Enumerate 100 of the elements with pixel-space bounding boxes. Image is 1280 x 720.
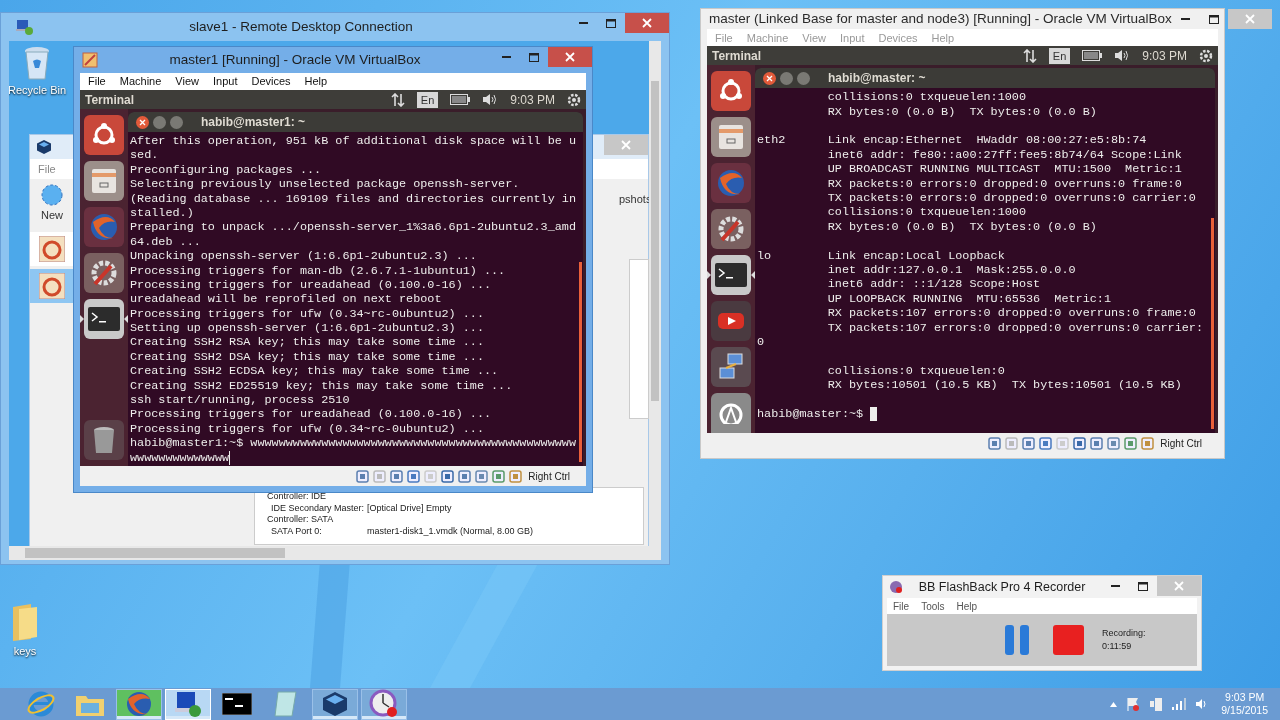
detail-label: IDE Secondary Master:	[270, 502, 366, 514]
device-icon[interactable]	[458, 469, 472, 483]
vm-list-item[interactable]	[30, 268, 74, 303]
terminal-line: Preparing to unpack .../openssh-server_1%3a6.6p1-2ubuntu2.3_amd	[130, 220, 576, 235]
menu-item[interactable]: File	[893, 598, 910, 614]
pause-button[interactable]	[1005, 625, 1029, 655]
device-icon[interactable]	[1090, 436, 1104, 450]
terminal-icon[interactable]	[84, 299, 124, 339]
horizontal-scrollbar[interactable]	[9, 546, 661, 560]
ubuntu-vm-icon	[39, 272, 65, 299]
taskbar-app-button[interactable]	[312, 688, 358, 720]
signal-icon[interactable]	[1172, 698, 1187, 710]
terminal-maximize-button[interactable]	[797, 71, 810, 85]
close-button[interactable]	[625, 13, 669, 33]
panel-clock[interactable]: 9:03 PM	[1142, 46, 1187, 65]
globe-icon[interactable]	[84, 207, 124, 247]
software-center-icon[interactable]	[711, 393, 751, 434]
settings-icon[interactable]	[567, 92, 581, 107]
window-title: slave1 - Remote Desktop Connection	[188, 17, 414, 36]
menu-item[interactable]: File	[38, 160, 56, 178]
vertical-scrollbar[interactable]	[649, 41, 661, 546]
network-arrows-icon[interactable]	[390, 92, 405, 107]
terminal-line: RX bytes:0 (0.0 B) TX bytes:0 (0.0 B)	[826, 104, 1097, 120]
globe-icon[interactable]	[711, 163, 751, 204]
device-icon[interactable]	[1141, 436, 1155, 450]
device-icon[interactable]	[509, 469, 523, 483]
device-icon[interactable]	[1039, 436, 1053, 450]
device-icon[interactable]	[1124, 436, 1138, 450]
recycle-bin-icon[interactable]	[23, 46, 51, 80]
settings-icon[interactable]	[1199, 48, 1213, 63]
menu-item[interactable]: File	[88, 73, 106, 90]
terminal-line: TX packets:107 errors:0 dropped:0 overruns:0 carrier:	[826, 320, 1203, 335]
device-icon[interactable]	[1073, 436, 1087, 450]
battery-icon[interactable]	[450, 94, 471, 105]
terminal-line: collisions:0 txqueuelen:0	[826, 363, 1005, 379]
close-icon	[1174, 581, 1184, 591]
close-icon	[766, 74, 773, 82]
terminal-icon[interactable]	[711, 255, 751, 296]
vm-list-item[interactable]	[30, 231, 74, 266]
terminal-line: Selecting previously unselected package openssh-server.	[130, 177, 520, 192]
trash-icon[interactable]	[84, 420, 124, 460]
terminal-line: RX bytes:0 (0.0 B) TX bytes:0 (0.0 B)	[826, 219, 1097, 235]
terminal-line: sed.	[130, 148, 159, 163]
terminal-line: Creating SSH2 DSA key; this may take some time ...	[130, 349, 484, 365]
menu-item[interactable]: Machine	[119, 73, 162, 90]
gear-wrench-icon[interactable]	[84, 253, 124, 293]
terminal-line: After this operation, 951 kB of additional disk space will be u	[130, 134, 576, 149]
device-icon[interactable]	[356, 469, 370, 483]
cube-icon	[321, 690, 349, 718]
scrollbar[interactable]	[579, 262, 582, 462]
device-icon[interactable]	[475, 469, 489, 483]
terminal-line: RX packets:0 errors:0 dropped:0 overruns:0 frame:0	[826, 176, 1182, 191]
remote-desktop-app-icon	[15, 19, 33, 35]
terminal-maximize-button[interactable]	[170, 115, 183, 129]
close-button[interactable]	[548, 47, 592, 67]
show-hidden-icons-icon[interactable]	[1110, 701, 1118, 707]
globe-icon	[125, 690, 153, 718]
terminal-close-button[interactable]	[763, 71, 776, 85]
detail-label: SATA Port 0:	[270, 525, 323, 537]
menu-item[interactable]: Help	[956, 598, 978, 614]
minimize-icon	[1110, 585, 1120, 587]
terminal-close-button[interactable]	[136, 115, 149, 129]
device-icon[interactable]	[1022, 436, 1036, 450]
menu-item[interactable]: View	[175, 73, 199, 90]
terminal-line: Setting up openssh-server (1:6.6p1-2ubuntu2.3) ...	[130, 321, 484, 336]
ubuntu-logo-icon[interactable]	[711, 71, 751, 112]
gear-wrench-icon[interactable]	[711, 209, 751, 250]
window-title: master1 [Running] - Oracle VM VirtualBox	[168, 50, 422, 69]
video-icon[interactable]	[711, 301, 751, 342]
menu-item[interactable]: Devices	[251, 73, 291, 90]
close-icon	[642, 18, 652, 28]
speaker-icon[interactable]	[1114, 49, 1131, 63]
terminal-title: habib@master1: ~	[201, 114, 306, 131]
menu-item[interactable]: Tools	[921, 598, 945, 614]
new-button[interactable]: New	[40, 183, 64, 224]
keyboard-layout-indicator[interactable]: En	[1048, 47, 1071, 64]
device-icon[interactable]	[988, 436, 1002, 450]
device-icon[interactable]	[492, 469, 506, 483]
notepad-icon	[274, 690, 298, 718]
device-icon[interactable]	[441, 469, 455, 483]
menu-item[interactable]: Help	[304, 73, 328, 90]
speaker-icon[interactable]	[482, 93, 499, 106]
panel-clock[interactable]: 9:03 PM	[510, 90, 555, 109]
keyboard-layout-indicator[interactable]: En	[416, 91, 439, 108]
recording-time: 0:11:59	[1102, 640, 1133, 653]
network-arrows-icon[interactable]	[1022, 48, 1037, 63]
scrollbar[interactable]	[1211, 218, 1214, 430]
network-computers-icon[interactable]	[711, 347, 751, 388]
terminal-line: inet addr:127.0.0.1 Mask:255.0.0.0	[826, 262, 1076, 278]
power-plug-icon[interactable]	[1149, 697, 1164, 711]
battery-icon[interactable]	[1082, 50, 1103, 62]
recorder-app-icon	[889, 580, 903, 594]
flag-icon[interactable]	[1126, 697, 1141, 711]
device-icon[interactable]	[390, 469, 404, 483]
device-icon[interactable]	[407, 469, 421, 483]
file-cabinet-icon[interactable]	[711, 117, 751, 158]
menu-item[interactable]: Input	[212, 73, 238, 90]
ubuntu-logo-icon[interactable]	[84, 115, 124, 155]
terminal-line: RX packets:107 errors:0 dropped:0 overruns:0 frame:0	[826, 306, 1196, 321]
device-icon[interactable]	[1107, 436, 1121, 450]
